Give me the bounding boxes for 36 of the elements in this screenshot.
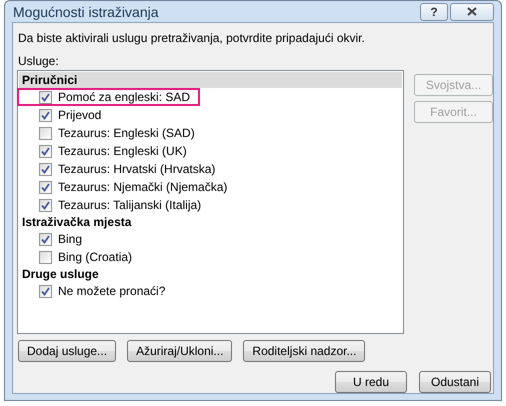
checkmark-icon	[41, 286, 50, 296]
checkmark-icon	[41, 234, 50, 244]
dialog-button[interactable]: U redu	[335, 371, 407, 393]
checkbox[interactable]	[39, 180, 52, 194]
group-header[interactable]: Priručnici	[19, 72, 402, 88]
help-button[interactable]: ?	[420, 2, 448, 20]
action-button[interactable]: Dodaj usluge...	[18, 340, 116, 362]
checkbox[interactable]	[39, 108, 52, 122]
checkbox[interactable]	[39, 284, 52, 298]
checkbox-label: Bing	[58, 232, 82, 246]
action-button[interactable]: Ažuriraj/Ukloni...	[127, 340, 232, 362]
checkbox-label: Tezaurus: Hrvatski (Hrvatska)	[58, 162, 216, 176]
checkbox-label: Tezaurus: Njemački (Njemačka)	[58, 180, 228, 194]
group-header[interactable]: Istraživačka mjesta	[19, 214, 402, 230]
close-icon	[467, 7, 477, 16]
dialog-button[interactable]: Odustani	[419, 371, 491, 393]
checkbox-label: Prijevod	[58, 108, 102, 122]
services-label: Usluge:	[17, 54, 60, 68]
window-title: Mogućnosti istraživanja	[12, 4, 159, 20]
checkbox-label: Ne možete pronaći?	[58, 284, 166, 298]
checkbox-label: Pomoć za engleski: SAD	[58, 90, 190, 104]
checkbox-label: Bing (Croatia)	[58, 250, 132, 264]
checkbox[interactable]	[39, 144, 52, 158]
group-header[interactable]: Druge usluge	[19, 266, 402, 282]
checkbox[interactable]	[39, 250, 52, 264]
checkbox[interactable]	[39, 232, 52, 246]
action-button[interactable]: Roditeljski nadzor...	[243, 340, 366, 362]
checkbox-label: Tezaurus: Engleski (SAD)	[58, 126, 195, 140]
checkbox[interactable]	[39, 126, 52, 140]
checkbox[interactable]	[39, 162, 52, 176]
checkbox-label: Tezaurus: Engleski (UK)	[58, 144, 187, 158]
close-button[interactable]	[450, 2, 494, 20]
checkbox-label: Tezaurus: Talijanski (Italija)	[58, 198, 202, 212]
checkbox[interactable]	[39, 198, 52, 212]
instruction-text: Da biste aktivirali uslugu pretraživanja, potvrdite pripadajući okvir.	[17, 31, 366, 45]
checkbox[interactable]	[39, 90, 52, 104]
